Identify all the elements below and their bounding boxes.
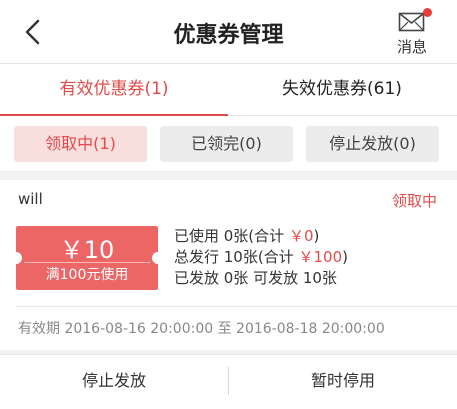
coupon-name: will [18, 190, 43, 208]
filter-receiving[interactable]: 领取中(1) [14, 126, 147, 162]
coupon-tabs: 有效优惠券(1) 失效优惠券(61) [0, 64, 457, 117]
status-filters: 领取中(1) 已领完(0) 停止发放(0) [0, 116, 457, 172]
used-prefix: 已使用 0张(合计 [174, 227, 289, 245]
issued-suffix: ) [342, 248, 348, 266]
header-bar: 优惠券管理 消息 [0, 0, 457, 64]
stop-issuing-button[interactable]: 停止发放 [0, 355, 228, 409]
coupon-ticket: ￥10 满100元使用 [16, 226, 158, 290]
coupon-status: 领取中 [391, 192, 437, 210]
pause-button[interactable]: 暂时停用 [229, 355, 457, 409]
tab-label: 有效优惠券(1) [59, 79, 169, 99]
tab-expired-coupons[interactable]: 失效优惠券(61) [228, 64, 456, 116]
used-stat: 已使用 0张(合计 ￥0) [174, 226, 348, 247]
issued-total: ￥100 [298, 248, 343, 266]
issued-stat: 总发行 10张(合计 ￥100) [174, 247, 348, 268]
tab-valid-coupons[interactable]: 有效优惠券(1) [0, 64, 228, 117]
coupon-amount: ￥10 [59, 236, 115, 264]
coupon-card: will 领取中 ￥10 满100元使用 已使用 0张(合计 ￥0) 总发行 1… [0, 180, 457, 350]
coupon-condition: 满100元使用 [45, 267, 129, 283]
coupon-actions: 停止发放 暂时停用 [0, 354, 457, 409]
coupon-stats: 已使用 0张(合计 ￥0) 总发行 10张(合计 ￥100) 已发放 0张 可发… [174, 226, 348, 289]
messages-button[interactable]: 消息 [387, 8, 437, 58]
validity-period: 有效期 2016-08-16 20:00:00 至 2016-08-18 20:… [18, 321, 385, 337]
envelope-icon [398, 12, 425, 32]
used-total: ￥0 [288, 227, 314, 245]
issued-prefix: 总发行 10张(合计 [174, 248, 299, 266]
notification-badge [423, 8, 432, 17]
messages-label: 消息 [396, 38, 427, 56]
distributed-stat: 已发放 0张 可发放 10张 [174, 269, 337, 287]
filter-stopped[interactable]: 停止发放(0) [306, 126, 439, 162]
filter-claimed-out[interactable]: 已领完(0) [160, 126, 293, 162]
card-divider [16, 306, 457, 307]
used-suffix: ) [313, 227, 320, 245]
tab-label: 失效优惠券(61) [282, 79, 402, 99]
ticket-divider [24, 262, 150, 263]
